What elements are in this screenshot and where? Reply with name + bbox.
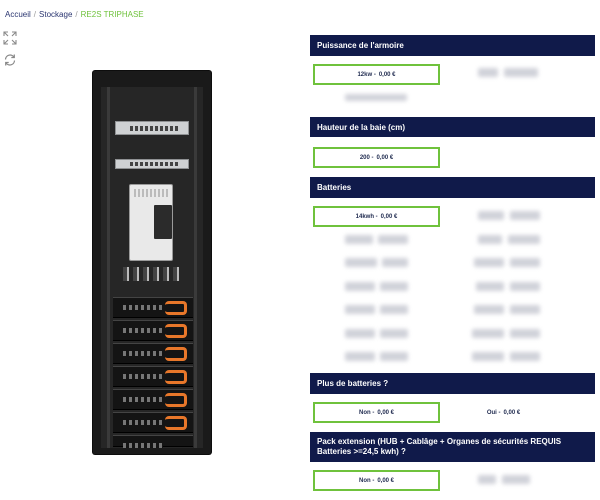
breadcrumb-separator: / bbox=[75, 10, 78, 19]
option-price: 0,00 € bbox=[503, 409, 521, 416]
section-header-puissance: Puissance de l'armoire bbox=[310, 35, 595, 56]
battery-module bbox=[113, 366, 193, 387]
breadcrumb-current: RE2S TRIPHASE bbox=[80, 10, 144, 19]
network-switch bbox=[115, 121, 189, 135]
blurred-option[interactable] bbox=[474, 258, 504, 267]
blurred-option[interactable] bbox=[345, 282, 375, 291]
cable-bundle bbox=[123, 267, 181, 281]
option-price: 0,00 € bbox=[377, 477, 395, 484]
blurred-option[interactable] bbox=[478, 211, 504, 220]
option-plus-batteries-oui[interactable]: Oui -0,00 € bbox=[440, 402, 567, 423]
cabinet-interior bbox=[101, 87, 203, 448]
blurred-option[interactable] bbox=[478, 68, 498, 77]
blurred-option[interactable] bbox=[476, 282, 504, 291]
option-pack-extension-non[interactable]: Non -0,00 € bbox=[313, 470, 440, 491]
blurred-option[interactable] bbox=[478, 475, 496, 484]
blurred-option[interactable] bbox=[345, 235, 373, 244]
breadcrumb: Accueil / Stockage / RE2S TRIPHASE bbox=[5, 10, 144, 19]
switch-ports bbox=[130, 126, 180, 131]
battery-cable bbox=[165, 370, 187, 384]
blurred-option[interactable] bbox=[380, 352, 408, 361]
blurred-option[interactable] bbox=[345, 258, 377, 267]
option-plus-batteries-non[interactable]: Non -0,00 € bbox=[313, 402, 440, 423]
blurred-option[interactable] bbox=[345, 94, 407, 101]
blurred-option[interactable] bbox=[510, 352, 540, 361]
battery-leds bbox=[123, 374, 163, 379]
product-image[interactable] bbox=[93, 71, 211, 454]
blurred-option[interactable] bbox=[380, 282, 408, 291]
option-label: 14kwh bbox=[355, 213, 374, 220]
inverter-unit bbox=[129, 184, 173, 261]
option-label: Non bbox=[358, 477, 371, 484]
battery-leds bbox=[123, 443, 163, 448]
option-hauteur-selected[interactable]: 200 -0,00 € bbox=[313, 147, 440, 168]
battery-leds bbox=[123, 420, 163, 425]
battery-module bbox=[113, 412, 193, 433]
blurred-option[interactable] bbox=[510, 282, 540, 291]
section-header-plus-batteries: Plus de batteries ? bbox=[310, 373, 595, 394]
patch-ports bbox=[130, 162, 180, 166]
blurred-option[interactable] bbox=[510, 329, 540, 338]
battery-leds bbox=[123, 351, 163, 356]
battery-cable bbox=[165, 393, 187, 407]
expand-icon[interactable] bbox=[3, 31, 17, 45]
blurred-option[interactable] bbox=[472, 352, 504, 361]
option-batteries-selected[interactable]: 14kwh -0,00 € bbox=[313, 206, 440, 227]
option-label: 12kw bbox=[357, 71, 373, 78]
blurred-option[interactable] bbox=[380, 305, 408, 314]
option-label: 200 bbox=[359, 154, 370, 161]
battery-module bbox=[113, 320, 193, 341]
blurred-option[interactable] bbox=[510, 211, 540, 220]
blurred-option[interactable] bbox=[345, 305, 375, 314]
blurred-option[interactable] bbox=[478, 235, 502, 244]
blurred-option[interactable] bbox=[472, 329, 504, 338]
rotate-icon[interactable] bbox=[3, 53, 17, 67]
section-header-hauteur: Hauteur de la baie (cm) bbox=[310, 117, 595, 137]
option-price: 0,00 € bbox=[376, 154, 394, 161]
battery-cable bbox=[165, 324, 187, 338]
blurred-option[interactable] bbox=[382, 258, 408, 267]
patch-panel bbox=[115, 159, 189, 169]
blurred-option[interactable] bbox=[502, 475, 530, 484]
blurred-option[interactable] bbox=[345, 352, 375, 361]
battery-module bbox=[113, 389, 193, 410]
battery-leds bbox=[123, 305, 163, 310]
breadcrumb-category[interactable]: Stockage bbox=[39, 10, 72, 19]
blurred-option[interactable] bbox=[378, 235, 408, 244]
blurred-option[interactable] bbox=[380, 329, 408, 338]
rack-rail bbox=[194, 87, 197, 448]
battery-module bbox=[113, 343, 193, 364]
option-label: Non bbox=[358, 409, 371, 416]
option-puissance-selected[interactable]: 12kw -0,00 € bbox=[313, 64, 440, 85]
battery-cable bbox=[165, 301, 187, 315]
battery-leds bbox=[123, 328, 163, 333]
battery-module bbox=[113, 297, 193, 318]
rack-rail bbox=[107, 87, 110, 448]
option-label: Oui bbox=[486, 409, 497, 416]
battery-module bbox=[113, 435, 193, 448]
blurred-option[interactable] bbox=[510, 305, 540, 314]
blurred-option[interactable] bbox=[345, 329, 375, 338]
section-header-batteries: Batteries bbox=[310, 177, 595, 198]
breadcrumb-separator: / bbox=[33, 10, 37, 19]
option-price: 0,00 € bbox=[380, 213, 398, 220]
battery-cable bbox=[165, 416, 187, 430]
blurred-option[interactable] bbox=[510, 258, 540, 267]
blurred-option[interactable] bbox=[508, 235, 540, 244]
battery-cable bbox=[165, 347, 187, 361]
inverter-panel bbox=[154, 205, 172, 239]
option-price: 0,00 € bbox=[378, 71, 396, 78]
breadcrumb-home[interactable]: Accueil bbox=[5, 10, 31, 19]
blurred-option[interactable] bbox=[474, 305, 504, 314]
option-price: 0,00 € bbox=[377, 409, 395, 416]
blurred-option[interactable] bbox=[504, 68, 538, 77]
inverter-grille bbox=[134, 189, 168, 197]
battery-leds bbox=[123, 397, 163, 402]
section-header-pack-extension: Pack extension (HUB + Cablâge + Organes … bbox=[310, 432, 595, 462]
